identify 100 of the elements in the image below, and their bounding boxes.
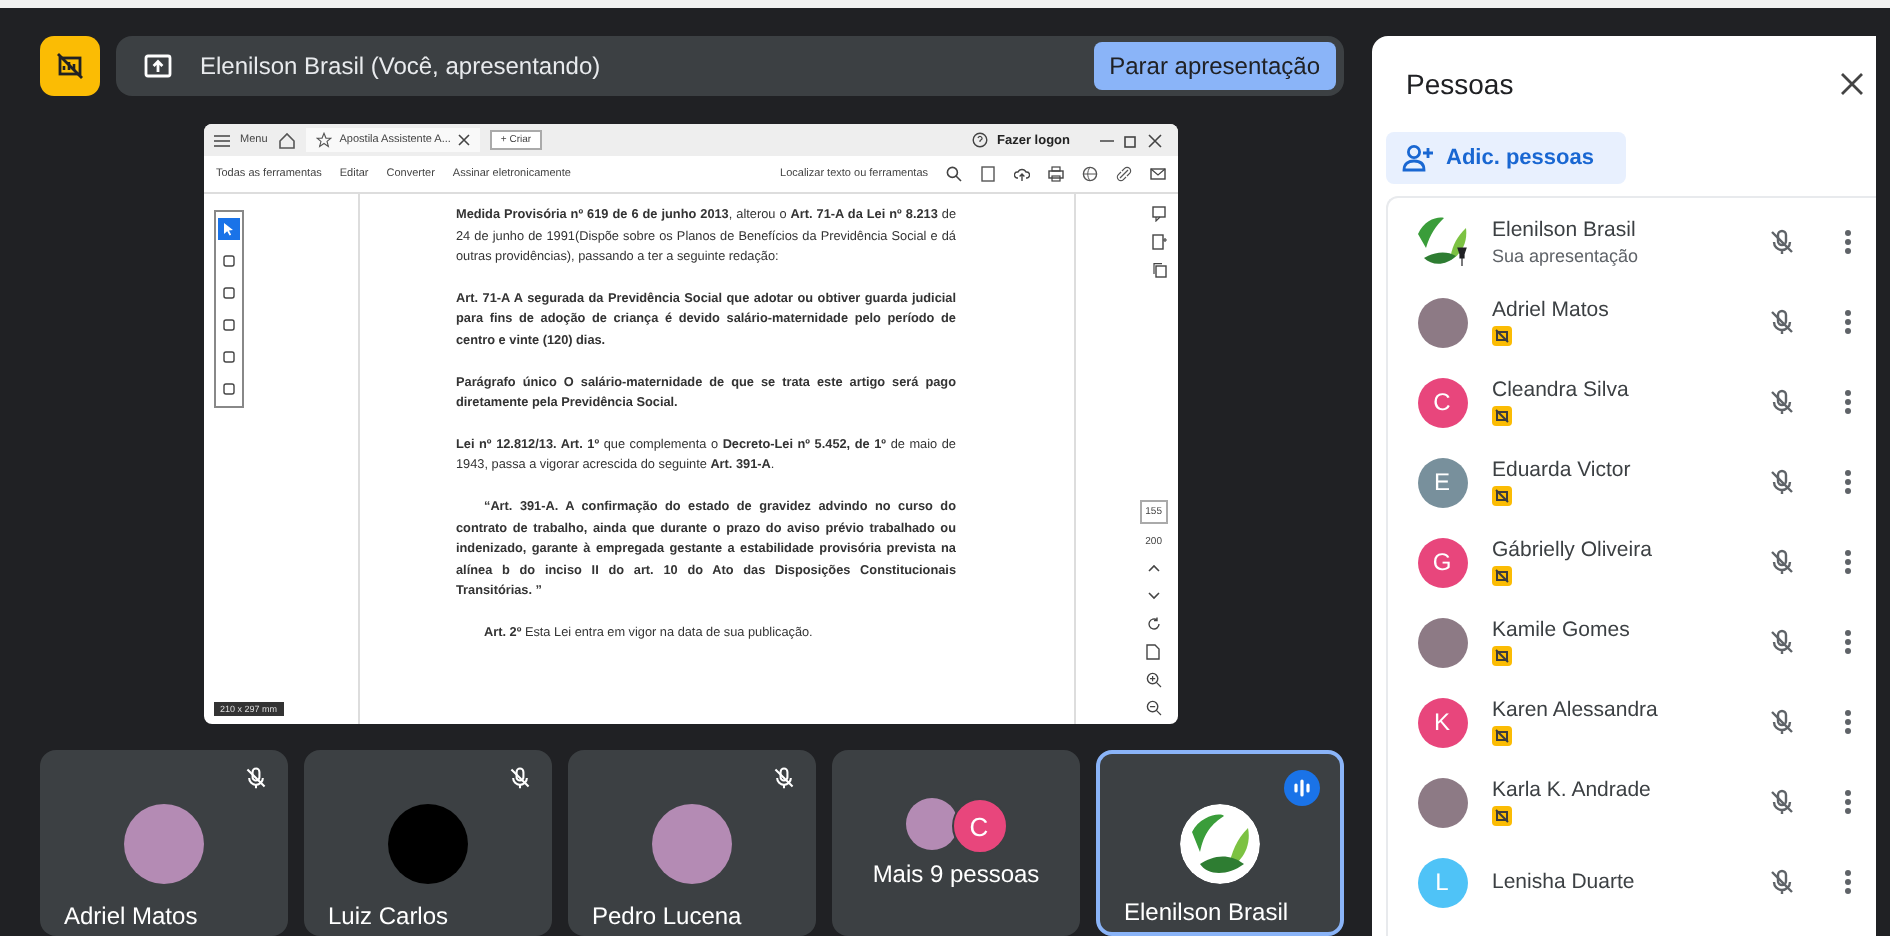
search-icon[interactable] xyxy=(946,166,962,182)
tool-icon xyxy=(222,286,236,300)
person-add-icon xyxy=(1402,144,1434,172)
cursor-icon xyxy=(222,222,236,236)
participant-tile[interactable]: Adriel Matos xyxy=(40,750,288,936)
participant-name: Cleandra Silva xyxy=(1492,378,1629,402)
stop-presenting-button[interactable]: Parar apresentação xyxy=(1093,42,1336,90)
mic-off-icon[interactable] xyxy=(1768,788,1796,816)
participant-row[interactable]: Kamile Gomes xyxy=(1388,602,1876,682)
participant-name: Elenilson Brasil xyxy=(1492,218,1636,242)
help-icon[interactable] xyxy=(971,132,988,148)
participant-row[interactable]: C Cleandra Silva xyxy=(1388,362,1876,442)
participant-name: Luiz Carlos xyxy=(328,902,449,930)
participant-row[interactable]: Adriel Matos xyxy=(1388,282,1876,362)
tool-icon xyxy=(222,318,236,332)
comment-icon[interactable] xyxy=(1152,206,1168,222)
participant-row[interactable]: Karla K. Andrade xyxy=(1388,762,1876,842)
chevron-down-icon[interactable] xyxy=(1145,588,1162,604)
participant-tile[interactable]: Elenilson Brasil xyxy=(1096,750,1345,936)
participant-name: Eduarda Victor xyxy=(1492,458,1631,482)
globe-icon[interactable] xyxy=(1082,166,1098,182)
avatar-photo-placeholder xyxy=(652,803,732,883)
print-icon[interactable] xyxy=(1048,166,1064,182)
avatar-letter: C xyxy=(951,798,1007,854)
avatar-letter: G xyxy=(1417,537,1467,587)
presenter-title: Elenilson Brasil (Você, apresentando) xyxy=(200,52,603,80)
rotate-icon[interactable] xyxy=(1145,616,1162,632)
menu-icon xyxy=(214,133,230,147)
panel-title: Pessoas xyxy=(1406,68,1514,100)
participant-name: Pedro Lucena xyxy=(592,902,742,930)
close-icon[interactable] xyxy=(458,134,471,146)
tool-button[interactable] xyxy=(218,346,240,368)
tool-icon xyxy=(222,350,236,364)
more-options-icon[interactable] xyxy=(1844,628,1852,656)
mic-off-icon[interactable] xyxy=(1768,308,1796,336)
upload-cloud-icon[interactable] xyxy=(1014,166,1030,182)
link-icon[interactable] xyxy=(1116,166,1132,182)
more-options-icon[interactable] xyxy=(1844,228,1852,256)
chevron-up-icon[interactable] xyxy=(1145,560,1162,576)
participant-row[interactable]: L Lenisha Duarte xyxy=(1388,842,1876,922)
close-icon[interactable] xyxy=(1840,72,1864,96)
more-options-icon[interactable] xyxy=(1844,868,1852,896)
tool-icon xyxy=(222,382,236,396)
participant-row[interactable]: Elenilson Brasil Sua apresentação xyxy=(1388,202,1876,282)
close-icon[interactable] xyxy=(1148,133,1162,147)
tool-button[interactable] xyxy=(218,282,240,304)
tool-button[interactable] xyxy=(218,378,240,400)
participant-name: Karla K. Andrade xyxy=(1492,778,1651,802)
copy-icon[interactable] xyxy=(1152,262,1168,278)
avatar-circle xyxy=(388,803,468,883)
avatar-photo-placeholder xyxy=(1417,617,1467,667)
more-people-label: Mais 9 pessoas xyxy=(872,860,1040,888)
mic-off-icon[interactable] xyxy=(1768,548,1796,576)
document-icon[interactable] xyxy=(980,166,996,182)
avatar-letter: E xyxy=(1417,457,1467,507)
add-people-button[interactable]: Adic. pessoas xyxy=(1386,132,1626,184)
avatar-photo-placeholder xyxy=(124,803,204,883)
tool-button[interactable] xyxy=(218,250,240,272)
tool-button[interactable] xyxy=(218,218,240,240)
participant-tile[interactable]: Pedro Lucena xyxy=(568,750,816,936)
mic-off-icon[interactable] xyxy=(1768,708,1796,736)
mic-off-icon[interactable] xyxy=(1768,228,1796,256)
participant-row[interactable]: G Gábrielly Oliveira xyxy=(1388,522,1876,602)
participant-name: Elenilson Brasil xyxy=(1124,898,1289,926)
more-options-icon[interactable] xyxy=(1844,708,1852,736)
participant-name: Karen Alessandra xyxy=(1492,698,1658,722)
more-options-icon[interactable] xyxy=(1844,468,1852,496)
maximize-icon[interactable] xyxy=(1124,133,1138,147)
participant-subtitle: Sua apresentação xyxy=(1492,246,1639,266)
participant-tile[interactable]: C Mais 9 pessoas xyxy=(832,750,1080,936)
leaf-logo-icon xyxy=(1412,212,1472,272)
more-options-icon[interactable] xyxy=(1844,308,1852,336)
page-add-icon[interactable] xyxy=(1152,234,1168,250)
more-options-icon[interactable] xyxy=(1844,548,1852,576)
mic-off-icon[interactable] xyxy=(1768,468,1796,496)
present-screen-icon xyxy=(144,52,172,80)
zoom-in-icon[interactable] xyxy=(1145,672,1162,688)
presentation-button[interactable] xyxy=(40,36,100,96)
avatar-letter: L xyxy=(1417,857,1467,907)
more-options-icon[interactable] xyxy=(1844,388,1852,416)
mic-off-icon[interactable] xyxy=(1768,388,1796,416)
participant-name: Kamile Gomes xyxy=(1492,618,1630,642)
participant-name: Adriel Matos xyxy=(1492,298,1609,322)
avatar-photo-placeholder xyxy=(1417,297,1467,347)
participant-row[interactable]: E Eduarda Victor xyxy=(1388,442,1876,522)
home-icon[interactable] xyxy=(277,131,296,149)
participant-row[interactable]: K Karen Alessandra xyxy=(1388,682,1876,762)
zoom-out-icon[interactable] xyxy=(1145,700,1162,716)
presentation-off-icon xyxy=(56,52,84,80)
more-options-icon[interactable] xyxy=(1844,788,1852,816)
mail-icon[interactable] xyxy=(1150,166,1166,182)
mic-off-icon[interactable] xyxy=(1768,628,1796,656)
participant-tile[interactable]: Luiz Carlos xyxy=(304,750,552,936)
mic-off-icon[interactable] xyxy=(1768,868,1796,896)
participant-name: Gábrielly Oliveira xyxy=(1492,538,1652,562)
avatar-photo-placeholder xyxy=(1417,777,1467,827)
tool-button[interactable] xyxy=(218,314,240,336)
page-icon[interactable] xyxy=(1145,644,1162,660)
tool-icon xyxy=(222,254,236,268)
participant-name: Lenisha Duarte xyxy=(1492,870,1635,894)
